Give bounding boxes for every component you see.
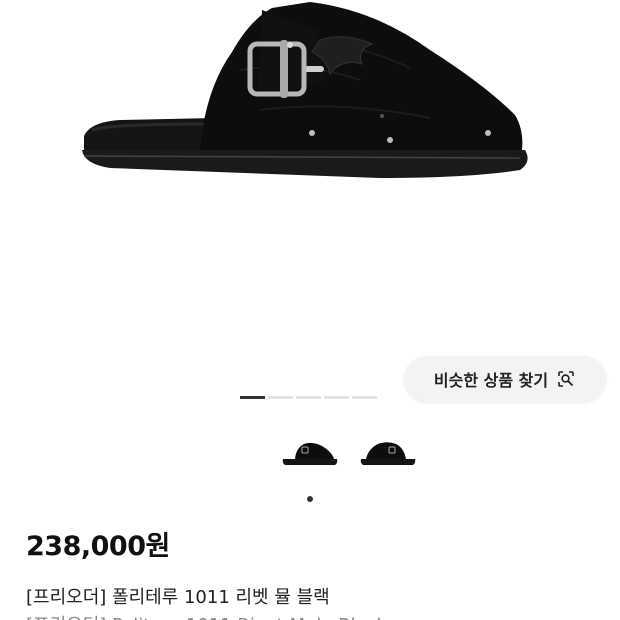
thumbnail-1[interactable] [280, 430, 340, 474]
product-title: [프리오더] 폴리테루 1011 리벳 뮬 블랙 [26, 587, 330, 608]
pager-segment-active[interactable] [240, 396, 265, 399]
pager-segment[interactable] [268, 396, 293, 399]
pager-segment[interactable] [296, 396, 321, 399]
product-subtitle: [프리오더] Politeru 1011 Rivet Mule Black [26, 611, 387, 620]
image-pager [240, 396, 377, 399]
pager-segment[interactable] [324, 396, 349, 399]
thumbnail-strip [0, 430, 620, 480]
find-similar-label: 비슷한 상품 찾기 [433, 371, 549, 390]
product-price: 238,000원 [26, 531, 170, 562]
carousel-dot [307, 496, 313, 502]
find-similar-button[interactable]: 비슷한 상품 찾기 [404, 356, 606, 402]
lens-search-icon [556, 369, 576, 389]
thumbnail-2[interactable] [358, 430, 418, 474]
pager-segment[interactable] [352, 396, 377, 399]
